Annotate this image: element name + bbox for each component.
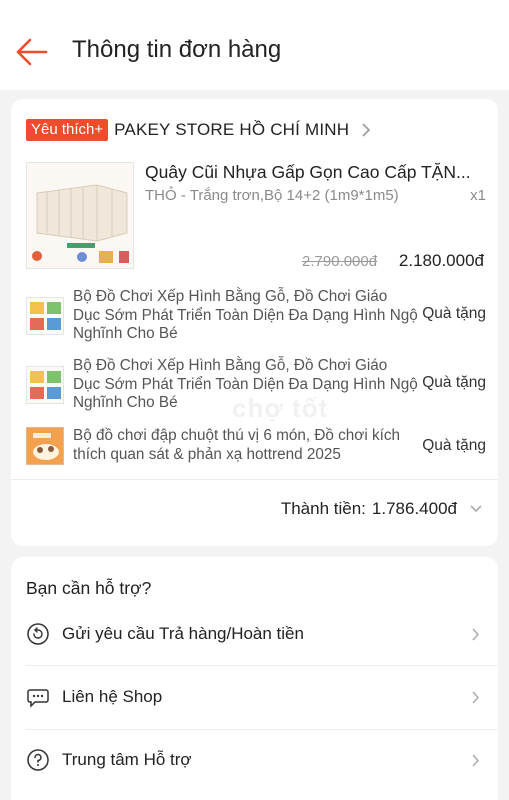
support-card: Bạn cần hỗ trợ? Gửi yêu cầu Trả hàng/Hoà… — [11, 557, 498, 800]
divider — [26, 729, 498, 730]
original-price: 2.790.000đ — [302, 253, 378, 270]
page-title: Thông tin đơn hàng — [72, 36, 282, 63]
favorite-plus-badge: Yêu thích+ — [26, 119, 109, 141]
gift-name: Bộ đồ chơi đập chuột thú vị 6 món, Đồ ch… — [73, 427, 401, 463]
gift-image — [26, 427, 64, 465]
total-label: Thành tiền: — [280, 499, 366, 518]
divider — [26, 665, 498, 666]
gift-item[interactable]: Bộ Đồ Chơi Xếp Hình Bằng Gỗ, Đồ Chơi Giá… — [26, 288, 486, 344]
gift-name: Bộ Đồ Chơi Xếp Hình Bằng Gỗ, Đồ Chơi Giá… — [73, 357, 418, 411]
product-quantity: x1 — [470, 187, 486, 204]
sale-price: 2.180.000đ — [398, 251, 484, 270]
support-item-label: Gửi yêu cầu Trả hàng/Hoàn tiền — [62, 624, 304, 643]
order-total-toggle[interactable]: Thành tiền: 1.786.400đ — [281, 499, 483, 519]
gift-tag: Quà tặng — [422, 437, 486, 454]
help-icon — [27, 749, 49, 771]
divider — [11, 479, 498, 480]
gift-name: Bộ Đồ Chơi Xếp Hình Bằng Gỗ, Đồ Chơi Giá… — [73, 288, 418, 342]
help-center[interactable]: Trung tâm Hỗ trợ — [26, 740, 486, 780]
gift-image — [26, 297, 64, 335]
chevron-right-icon — [472, 690, 480, 704]
chat-icon — [27, 689, 49, 708]
gift-item[interactable]: Bộ đồ chơi đập chuột thú vị 6 món, Đồ ch… — [26, 427, 486, 467]
return-icon — [27, 623, 49, 645]
gift-image — [26, 366, 64, 404]
shop-link[interactable]: Yêu thích+ PAKEY STORE HỒ CHÍ MINH — [26, 119, 371, 141]
chevron-right-icon — [362, 123, 371, 137]
return-refund-request[interactable]: Gửi yêu cầu Trả hàng/Hoàn tiền — [26, 614, 486, 654]
back-arrow-icon[interactable] — [14, 37, 48, 67]
main-product[interactable]: Quây Cũi Nhựa Gấp Gọn Cao Cấp TẶN... THỎ… — [26, 162, 486, 272]
gift-tag: Quà tặng — [422, 305, 486, 322]
shop-name: PAKEY STORE HỒ CHÍ MINH — [114, 120, 350, 139]
support-title: Bạn cần hỗ trợ? — [26, 578, 152, 598]
product-image — [26, 162, 134, 269]
product-title: Quây Cũi Nhựa Gấp Gọn Cao Cấp TẶN... — [145, 162, 471, 182]
support-item-label: Trung tâm Hỗ trợ — [62, 750, 192, 769]
chevron-right-icon — [472, 627, 480, 641]
product-variant: THỎ - Trắng trơn,Bộ 14+2 (1m9*1m5) — [145, 187, 399, 204]
order-card: Yêu thích+ PAKEY STORE HỒ CHÍ MINH Quây … — [11, 99, 498, 546]
total-value: 1.786.400đ — [371, 499, 457, 518]
gift-tag: Quà tặng — [422, 374, 486, 391]
app-header: Thông tin đơn hàng — [0, 0, 509, 90]
contact-shop[interactable]: Liên hệ Shop — [26, 677, 486, 717]
chevron-right-icon — [472, 753, 480, 767]
support-item-label: Liên hệ Shop — [62, 687, 163, 706]
chevron-down-icon — [470, 505, 482, 513]
gift-item[interactable]: Bộ Đồ Chơi Xếp Hình Bằng Gỗ, Đồ Chơi Giá… — [26, 357, 486, 413]
